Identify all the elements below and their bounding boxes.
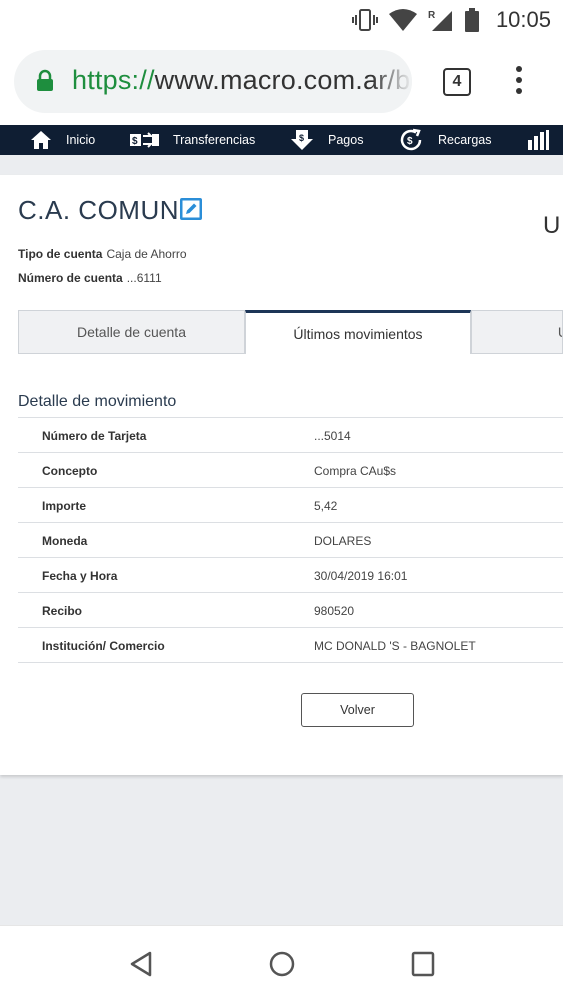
row-value: 980520 (314, 604, 355, 618)
home-circle-icon[interactable] (268, 950, 296, 978)
edit-icon[interactable] (180, 198, 202, 220)
url-text: https://www.macro.com.ar/b (72, 65, 410, 96)
volver-button[interactable]: Volver (301, 693, 414, 727)
nav-label: Recargas (438, 133, 492, 147)
table-row: Importe 5,42 (18, 488, 563, 523)
table-row: Recibo 980520 (18, 593, 563, 628)
site-nav: Inicio $ Transferencias $ Pagos $ Recarg… (0, 125, 563, 155)
nav-label: Inicio (66, 133, 96, 147)
table-row: Fecha y Hora 30/04/2019 16:01 (18, 558, 563, 593)
tab-label: U (558, 324, 562, 340)
table-row: Moneda DOLARES (18, 523, 563, 558)
tab-label: Últimos movimientos (293, 325, 423, 342)
wifi-icon (388, 9, 417, 31)
nav-item-more[interactable] (527, 125, 563, 155)
row-label: Institución/ Comercio (42, 639, 165, 653)
account-number-value: ...6111 (126, 271, 162, 285)
roaming-mark: R (428, 10, 436, 21)
tab-label: Detalle de cuenta (77, 324, 186, 340)
account-number: Número de cuenta ...6111 (18, 271, 162, 285)
table-row: Concepto Compra CAu$s (18, 453, 563, 488)
row-label: Fecha y Hora (42, 569, 118, 583)
row-label: Recibo (42, 604, 83, 618)
tab-detalle-de-cuenta[interactable]: Detalle de cuenta (18, 310, 245, 354)
row-value: 5,42 (314, 499, 338, 513)
nav-item-inicio[interactable]: Inicio (30, 125, 95, 155)
tab-switcher-button[interactable]: 4 (443, 68, 471, 96)
recents-icon[interactable] (410, 950, 436, 978)
row-label: Concepto (42, 464, 98, 478)
transfer-icon: $ (129, 130, 159, 150)
signal-roaming-icon: R (428, 10, 452, 31)
status-icons: R 10:05 (351, 6, 551, 34)
nav-item-recargas[interactable]: $ Recargas (398, 125, 492, 155)
system-nav-bar (0, 925, 563, 1000)
nav-item-pagos[interactable]: $ Pagos (290, 125, 363, 155)
table-row: Institución/ Comercio MC DONALD 'S - BAG… (18, 628, 563, 663)
detail-table: Número de Tarjeta ...5014 Concepto Compr… (18, 417, 563, 663)
account-type-value: Caja de Ahorro (106, 247, 187, 261)
payments-icon: $ (290, 129, 314, 151)
recharge-icon: $ (398, 128, 424, 152)
row-value: DOLARES (314, 534, 372, 548)
row-value: 30/04/2019 16:01 (314, 569, 408, 583)
chart-icon (527, 130, 549, 150)
tab-ultimos-movimientos[interactable]: Últimos movimientos (245, 310, 471, 354)
status-bar: R 10:05 (0, 0, 563, 40)
row-value: ...5014 (314, 429, 351, 443)
battery-icon (464, 8, 479, 32)
status-time: 10:05 (495, 7, 551, 32)
account-type: Tipo de cuenta Caja de Ahorro (18, 247, 187, 261)
url-bar[interactable]: https://www.macro.com.ar/b (14, 50, 412, 113)
cut-off-heading: U (543, 212, 561, 239)
table-row: Número de Tarjeta ...5014 (18, 418, 563, 453)
back-icon[interactable] (128, 950, 154, 978)
nav-label: Transferencias (173, 133, 256, 147)
svg-text:$: $ (132, 136, 138, 147)
nav-item-transferencias[interactable]: $ Transferencias (129, 125, 255, 155)
row-label: Moneda (42, 534, 88, 548)
row-label: Número de Tarjeta (42, 429, 147, 443)
nav-label: Pagos (328, 133, 364, 147)
account-number-label: Número de cuenta (18, 271, 123, 285)
detail-title: Detalle de movimiento (18, 393, 177, 410)
browser-toolbar: https://www.macro.com.ar/b 4 (0, 40, 563, 125)
row-value: MC DONALD 'S - BAGNOLET (314, 639, 476, 653)
home-icon (30, 130, 52, 150)
row-label: Importe (42, 499, 87, 513)
svg-text:$: $ (299, 133, 304, 143)
url-fade (372, 50, 412, 113)
more-menu-icon[interactable] (514, 66, 524, 98)
tab-cut-off[interactable]: U (471, 310, 563, 354)
row-value: Compra CAu$s (314, 464, 397, 478)
account-type-label: Tipo de cuenta (18, 247, 103, 261)
lock-icon (37, 69, 53, 91)
url-scheme: https:// (72, 65, 155, 95)
svg-text:$: $ (407, 136, 413, 147)
account-title: C.A. COMUN (18, 195, 179, 225)
vibrate-icon (351, 9, 378, 31)
